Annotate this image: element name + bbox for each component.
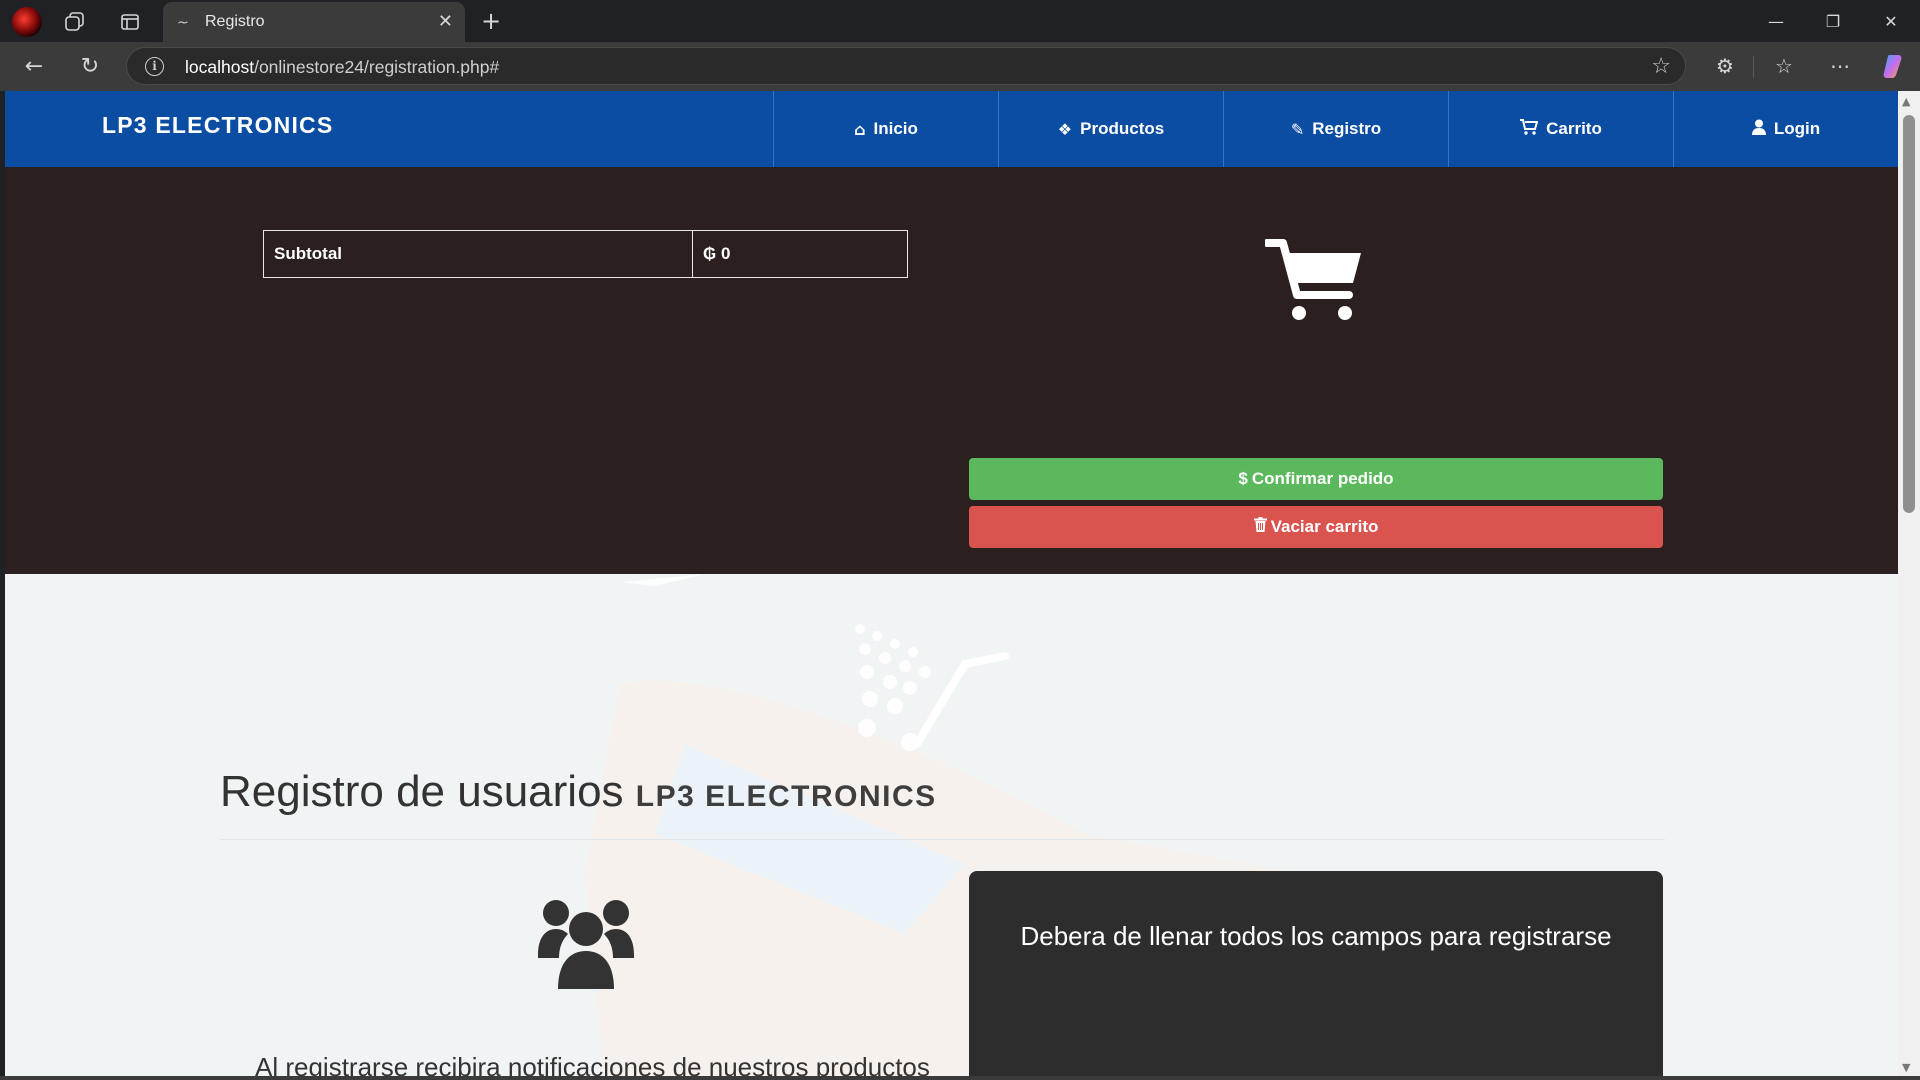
users-group-icon	[538, 897, 634, 994]
tab-close-icon[interactable]: ✕	[438, 11, 453, 32]
window-bottom-edge	[0, 1076, 1920, 1080]
trash-icon	[1253, 517, 1267, 537]
shopping-cart-icon	[1263, 239, 1365, 328]
url-text[interactable]: localhost/onlinestore24/registration.php…	[185, 57, 499, 78]
favorite-star-icon[interactable]: ☆	[1651, 54, 1671, 79]
nav-item-login[interactable]: Login	[1673, 91, 1898, 167]
cart-summary-section: Subtotal ₲ 0 $ Confirmar pedido Vaciar c…	[5, 167, 1898, 574]
dropbox-icon: ❖	[1057, 119, 1073, 139]
minimize-icon[interactable]: —	[1756, 6, 1796, 36]
registration-section: Registro de usuarios LP3 ELECTRONICS Al …	[5, 574, 1898, 1076]
active-tab[interactable]: ~ Registro ✕	[163, 2, 465, 42]
toolbar-divider	[1753, 56, 1754, 78]
nav-item-label: Inicio	[873, 119, 918, 138]
refresh-icon[interactable]: ↻	[76, 52, 104, 80]
tab-title: Registro	[205, 13, 265, 30]
cart-icon	[1520, 119, 1539, 139]
registration-title-text: Registro de usuarios	[220, 767, 624, 816]
dollar-icon: $	[1238, 469, 1248, 488]
site-navbar: LP3 ELECTRONICS ⌂ Inicio ❖ Productos ✎ R…	[5, 91, 1898, 167]
nav-item-label: Carrito	[1546, 119, 1602, 138]
nav-item-carrito[interactable]: Carrito	[1448, 91, 1673, 167]
nav-item-registro[interactable]: ✎ Registro	[1223, 91, 1448, 167]
page-scrollbar[interactable]: ▲ ▼	[1898, 91, 1920, 1076]
confirm-order-label: Confirmar pedido	[1251, 469, 1394, 488]
vertical-tabs-icon[interactable]	[117, 9, 143, 35]
subtotal-table: Subtotal ₲ 0	[263, 230, 908, 278]
browser-toolbar: ← ↻ i localhost/onlinestore24/registrati…	[0, 42, 1920, 91]
page-viewport: LP3 ELECTRONICS ⌂ Inicio ❖ Productos ✎ R…	[5, 91, 1898, 1076]
tab-favicon-icon: ~	[177, 15, 189, 31]
site-info-icon[interactable]: i	[145, 57, 164, 76]
subtotal-value: ₲ 0	[703, 244, 731, 263]
home-icon: ⌂	[854, 119, 866, 139]
nav-item-label: Login	[1773, 119, 1821, 138]
empty-cart-button[interactable]: Vaciar carrito	[969, 506, 1663, 548]
workspaces-icon[interactable]	[62, 9, 88, 35]
registration-notice-panel: Debera de llenar todos los campos para r…	[969, 871, 1663, 1076]
favorites-icon[interactable]: ☆	[1770, 52, 1798, 80]
copilot-icon[interactable]	[1880, 51, 1910, 81]
edit-icon: ✎	[1290, 119, 1305, 139]
browser-tab-bar: ~ Registro ✕ + — ❐ ✕	[0, 0, 1920, 42]
extensions-icon[interactable]: ⚙	[1711, 52, 1739, 80]
subtotal-label: Subtotal	[264, 231, 693, 277]
new-tab-icon[interactable]: +	[478, 7, 504, 35]
nav-item-productos[interactable]: ❖ Productos	[998, 91, 1223, 167]
registration-info-text: Al registrarse recibira notificaciones d…	[255, 1052, 930, 1076]
close-window-icon[interactable]: ✕	[1871, 6, 1911, 36]
nav-item-inicio[interactable]: ⌂ Inicio	[773, 91, 998, 167]
back-icon[interactable]: ←	[20, 52, 48, 80]
confirm-order-button[interactable]: $ Confirmar pedido	[969, 458, 1663, 500]
restore-icon[interactable]: ❐	[1813, 6, 1853, 36]
title-divider	[220, 839, 1665, 840]
user-icon	[1751, 119, 1766, 139]
scroll-down-icon[interactable]: ▼	[1902, 1061, 1910, 1074]
more-menu-icon[interactable]: ⋯	[1826, 52, 1854, 80]
registration-title: Registro de usuarios LP3 ELECTRONICS	[220, 767, 937, 817]
nav-item-label: Productos	[1080, 119, 1165, 138]
address-bar[interactable]: i localhost/onlinestore24/registration.p…	[126, 47, 1686, 85]
profile-avatar[interactable]	[12, 7, 42, 37]
registration-title-brand: LP3 ELECTRONICS	[635, 780, 937, 813]
registration-notice-text: Debera de llenar todos los campos para r…	[1020, 921, 1612, 951]
site-brand-logo[interactable]: LP3 ELECTRONICS	[102, 112, 333, 139]
scroll-up-icon[interactable]: ▲	[1902, 95, 1910, 108]
scrollbar-thumb[interactable]	[1903, 115, 1915, 513]
empty-cart-label: Vaciar carrito	[1270, 517, 1379, 536]
nav-item-label: Registro	[1312, 119, 1382, 138]
